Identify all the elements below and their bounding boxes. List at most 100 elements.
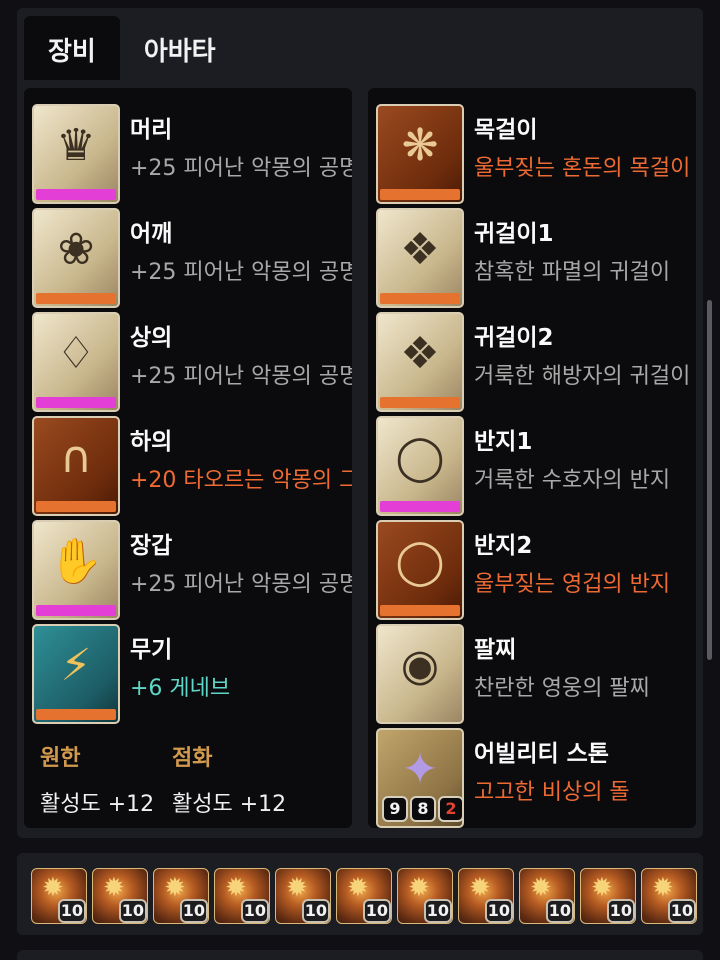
gem-slot-4[interactable]: ✹ 10 xyxy=(275,868,331,924)
equipment_left-slot-5[interactable]: ⚡ 무기 +6 게네브 xyxy=(32,624,352,724)
gem-icon: ✹ xyxy=(103,873,125,903)
equipment-panel-right: ✦ 9 8 2 어빌리티 스톤 고고한 비상의 돌 ❋ 목걸이 울부짖는 혼돈의 목… xyxy=(368,88,696,828)
gem-icon: ✹ xyxy=(42,873,64,903)
gem-level-badge: 10 xyxy=(362,899,391,923)
item-icon-frame: ∩ xyxy=(32,416,120,516)
scrollbar[interactable] xyxy=(707,300,712,660)
item-icon-frame: ✋ xyxy=(32,520,120,620)
item-name: +25 피어난 악몽의 공명 xyxy=(130,572,352,597)
next-section-edge xyxy=(17,950,703,960)
slot-label: 목걸이 xyxy=(474,117,538,143)
equipment_left-slot-4[interactable]: ✋ 장갑 +25 피어난 악몽의 공명 xyxy=(32,520,352,620)
item-name: 울부짖는 영겁의 반지 xyxy=(474,572,671,597)
bracelet-icon: ◉ xyxy=(400,639,440,691)
weapon-icon: ⚡ xyxy=(60,639,92,691)
tab-equipment[interactable]: 장비 xyxy=(24,16,120,80)
elixir-title-right: 점화 xyxy=(172,746,213,771)
gem-level-badge: 10 xyxy=(57,899,86,923)
slot-label: 무기 xyxy=(130,637,173,663)
facet-2: 8 xyxy=(410,796,436,822)
item-name: 참혹한 파멸의 귀걸이 xyxy=(474,260,671,285)
gem-level-badge: 10 xyxy=(118,899,147,923)
gem-level-badge: 10 xyxy=(423,899,452,923)
gem-slot-8[interactable]: ✹ 10 xyxy=(519,868,575,924)
gem-slot-3[interactable]: ✹ 10 xyxy=(214,868,270,924)
slot-label: 어깨 xyxy=(130,221,173,247)
earring-icon: ❖ xyxy=(400,327,440,379)
elixir-col-right: 점화 활성도 +12 xyxy=(172,740,312,818)
slot-label: 장갑 xyxy=(130,533,173,559)
item-name: 거룩한 수호자의 반지 xyxy=(474,468,671,493)
equipment_left-slot-0[interactable]: ♛ 머리 +25 피어난 악몽의 공명 xyxy=(32,104,352,204)
quality-bar xyxy=(36,709,116,720)
equipment_left-slot-1[interactable]: ❀ 어깨 +25 피어난 악몽의 공명 xyxy=(32,208,352,308)
item-name: +20 타오르는 악몽의 그 xyxy=(130,468,352,493)
gem-icon: ✹ xyxy=(164,873,186,903)
gem-slot-6[interactable]: ✹ 10 xyxy=(397,868,453,924)
item-icon-frame: ⚡ xyxy=(32,624,120,724)
tab-avatar[interactable]: 아바타 xyxy=(120,16,240,80)
ring-icon: ◯ xyxy=(395,431,445,483)
equipment-panel-left: 원한 활성도 +12 점화 활성도 +12 ♛ 머리 +25 피어난 악몽의 공명 ❀… xyxy=(24,88,352,828)
quality-bar xyxy=(36,189,116,200)
ring-icon: ◯ xyxy=(395,535,445,587)
item-icon-frame: ❖ xyxy=(376,208,464,308)
shoulder-icon: ❀ xyxy=(57,223,95,275)
ability-stone-icon-frame: ✦ 9 8 2 xyxy=(376,728,464,828)
gem-slot-7[interactable]: ✹ 10 xyxy=(458,868,514,924)
item-icon-frame: ◯ xyxy=(376,520,464,620)
earring-icon: ❖ xyxy=(400,223,440,275)
item-icon-frame: ♛ xyxy=(32,104,120,204)
quality-bar xyxy=(380,293,460,304)
item-icon-frame: ❖ xyxy=(376,312,464,412)
gem-slot-1[interactable]: ✹ 10 xyxy=(92,868,148,924)
slot-label: 귀걸이1 xyxy=(474,221,554,247)
gem-level-badge: 10 xyxy=(301,899,330,923)
equipment_left-slot-2[interactable]: ♢ 상의 +25 피어난 악몽의 공명 xyxy=(32,312,352,412)
gem-bar: ✹ 10 ✹ 10 ✹ 10 ✹ 10 ✹ 10 ✹ 10 ✹ 10 ✹ 10 ✹ 10 ✹ 10 ✹ 10 xyxy=(17,853,703,935)
gem-slot-5[interactable]: ✹ 10 xyxy=(336,868,392,924)
gem-level-badge: 10 xyxy=(606,899,635,923)
chest-armor-icon: ♢ xyxy=(56,327,96,379)
quality-bar xyxy=(36,397,116,408)
gem-icon: ✹ xyxy=(530,873,552,903)
gem-slot-2[interactable]: ✹ 10 xyxy=(153,868,209,924)
gem-icon: ✹ xyxy=(286,873,308,903)
equipment_right-slot-1[interactable]: ❖ 귀걸이1 참혹한 파멸의 귀걸이 xyxy=(376,208,696,308)
quality-bar xyxy=(36,293,116,304)
stone-facets: 9 8 2 xyxy=(382,796,462,822)
ability-stone-label: 어빌리티 스톤 xyxy=(474,741,609,767)
item-icon-frame: ◉ xyxy=(376,624,464,724)
slot-label: 반지1 xyxy=(474,429,533,455)
item-name: +25 피어난 악몽의 공명 xyxy=(130,156,352,181)
gem-level-badge: 10 xyxy=(545,899,574,923)
quality-bar xyxy=(36,605,116,616)
elixir-col-left: 원한 활성도 +12 xyxy=(40,740,180,818)
item-icon-frame: ♢ xyxy=(32,312,120,412)
tab-bar: 장비 아바타 xyxy=(24,16,240,80)
ability-stone-name: 고고한 비상의 돌 xyxy=(474,780,630,805)
gem-icon: ✹ xyxy=(408,873,430,903)
item-name: 울부짖는 혼돈의 목걸이 xyxy=(474,156,691,181)
gem-icon: ✹ xyxy=(591,873,613,903)
gem-slot-0[interactable]: ✹ 10 xyxy=(31,868,87,924)
ability-stone-slot[interactable]: ✦ 9 8 2 어빌리티 스톤 고고한 비상의 돌 xyxy=(376,728,696,828)
gem-level-badge: 10 xyxy=(240,899,269,923)
gem-level-badge: 10 xyxy=(667,899,696,923)
elixir-value-right: 활성도 +12 xyxy=(172,792,287,817)
helmet-icon: ♛ xyxy=(56,119,96,171)
gem-level-badge: 10 xyxy=(484,899,513,923)
gem-icon: ✹ xyxy=(225,873,247,903)
equipment_right-slot-2[interactable]: ❖ 귀걸이2 거룩한 해방자의 귀걸이 xyxy=(376,312,696,412)
equipment_right-slot-0[interactable]: ❋ 목걸이 울부짖는 혼돈의 목걸이 xyxy=(376,104,696,204)
equipment_right-slot-5[interactable]: ◉ 팔찌 찬란한 영웅의 팔찌 xyxy=(376,624,696,724)
equipment_right-slot-4[interactable]: ◯ 반지2 울부짖는 영겁의 반지 xyxy=(376,520,696,620)
equipment_left-slot-3[interactable]: ∩ 하의 +20 타오르는 악몽의 그 xyxy=(32,416,352,516)
item-icon-frame: ◯ xyxy=(376,416,464,516)
item-name: 찬란한 영웅의 팔찌 xyxy=(474,676,650,701)
gem-slot-10[interactable]: ✹ 10 xyxy=(641,868,697,924)
gem-slot-9[interactable]: ✹ 10 xyxy=(580,868,636,924)
equipment_right-slot-3[interactable]: ◯ 반지1 거룩한 수호자의 반지 xyxy=(376,416,696,516)
elixir-value-left: 활성도 +12 xyxy=(40,792,155,817)
facet-3: 2 xyxy=(438,796,462,822)
